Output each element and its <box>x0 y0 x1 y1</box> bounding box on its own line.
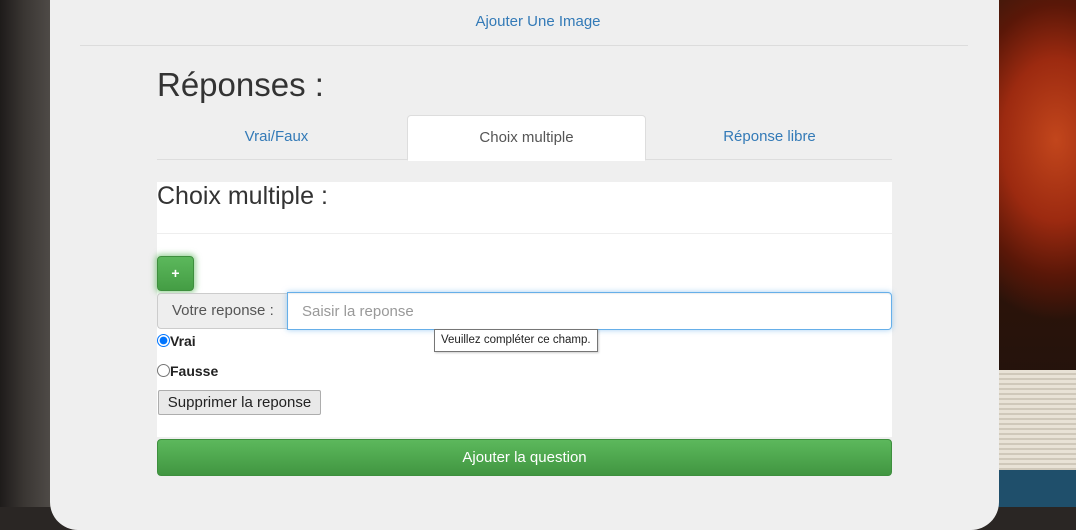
divider <box>80 45 968 46</box>
delete-response-button[interactable]: Supprimer la reponse <box>158 390 321 415</box>
answers-title: Réponses : <box>157 66 324 103</box>
tab-choix-multiple[interactable]: Choix multiple <box>407 115 646 161</box>
divider <box>157 233 892 234</box>
radio-fausse[interactable] <box>157 364 170 377</box>
response-input[interactable] <box>287 292 892 330</box>
tab-vrai-faux[interactable]: Vrai/Faux <box>157 115 396 160</box>
tab-reponse-libre[interactable]: Réponse libre <box>650 115 889 160</box>
option-vrai-label: Vrai <box>170 333 196 349</box>
add-image-link[interactable]: Ajouter Une Image <box>0 13 1076 30</box>
option-fausse-label: Fausse <box>170 363 219 379</box>
response-label: Votre reponse : <box>157 293 288 329</box>
add-question-button[interactable]: Ajouter la question <box>157 439 892 476</box>
radio-vrai[interactable] <box>157 334 170 347</box>
option-vrai[interactable]: Vrai <box>157 333 196 351</box>
option-fausse[interactable]: Fausse <box>157 363 218 381</box>
multiple-choice-title: Choix multiple : <box>157 182 328 210</box>
add-response-button[interactable]: + <box>157 256 194 291</box>
answer-type-tabs: Vrai/Faux Choix multiple Réponse libre <box>157 115 892 161</box>
background-book-cover <box>986 470 1076 507</box>
validation-tooltip: Veuillez compléter ce champ. <box>434 329 598 352</box>
tab-content-choix-multiple: Choix multiple : + Votre reponse : Veuil… <box>157 182 892 437</box>
response-input-group: Votre reponse : <box>157 292 892 330</box>
